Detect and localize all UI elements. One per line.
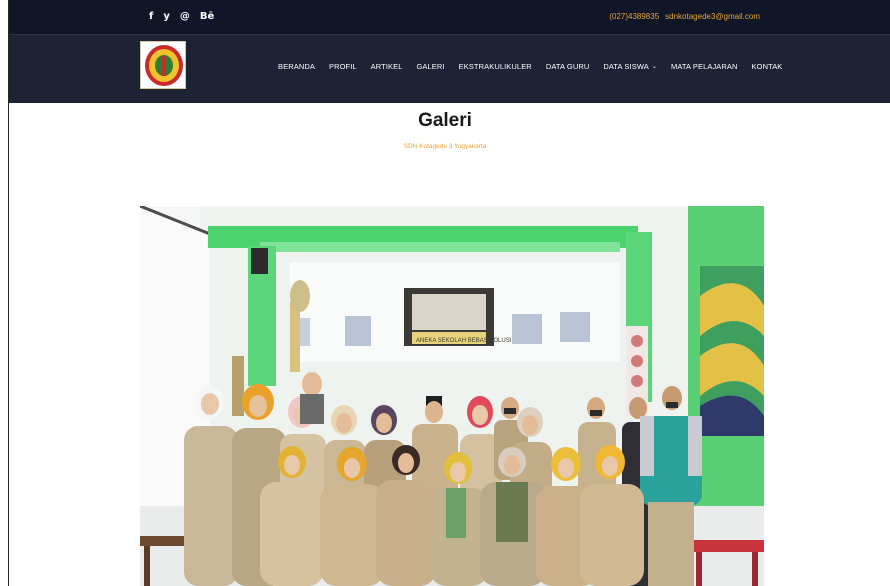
gallery-photo[interactable]: ANEKA SEKOLAH BEBAS POLUSI: [140, 206, 764, 586]
nav-item-data-siswa[interactable]: DATA SISWA ⌄: [603, 62, 657, 71]
email-link[interactable]: sdnkotagede3@gmail.com: [665, 12, 760, 21]
contact-info: (027)4389835 sdnkotagede3@gmail.com: [609, 12, 760, 21]
nav-item-beranda[interactable]: BERANDA: [278, 62, 315, 71]
instagram-icon[interactable]: @: [180, 11, 190, 23]
social-links: f y @ Bē: [149, 11, 214, 23]
gallery-photo-illustration: ANEKA SEKOLAH BEBAS POLUSI: [140, 206, 764, 586]
page: f y @ Bē (027)4389835 sdnkotagede3@gmail…: [0, 0, 890, 586]
school-logo[interactable]: [140, 41, 186, 89]
facebook-icon[interactable]: f: [149, 11, 153, 23]
nav-item-kontak[interactable]: KONTAK: [752, 62, 783, 71]
nav-item-profil[interactable]: PROFIL: [329, 62, 357, 71]
twitter-icon[interactable]: y: [163, 11, 170, 23]
nav-item-data-siswa-label: DATA SISWA: [603, 62, 649, 71]
nav-item-data-guru[interactable]: DATA GURU: [546, 62, 590, 71]
nav-item-artikel[interactable]: ARTIKEL: [371, 62, 403, 71]
behance-icon[interactable]: Bē: [200, 11, 214, 23]
nav-item-mata-pelajaran[interactable]: MATA PELAJARAN: [671, 62, 738, 71]
nav-item-galeri[interactable]: GALERI: [417, 62, 445, 71]
main-navbar: BERANDA PROFIL ARTIKEL GALERI EKSTRAKULI…: [9, 34, 890, 103]
nav-item-ekstrakulikuler[interactable]: EKSTRAKULIKULER: [459, 62, 532, 71]
top-bar: f y @ Bē (027)4389835 sdnkotagede3@gmail…: [9, 0, 890, 34]
phone-number[interactable]: (027)4389835: [609, 12, 659, 21]
photo-banner-text: ANEKA SEKOLAH BEBAS POLUSI: [416, 338, 512, 344]
page-title: Galeri: [418, 110, 472, 131]
chevron-down-icon: ⌄: [651, 64, 657, 70]
main-menu: BERANDA PROFIL ARTIKEL GALERI EKSTRAKULI…: [278, 62, 782, 71]
page-subtitle: SDN Kotagede 3 Yogyakarta: [403, 143, 487, 150]
